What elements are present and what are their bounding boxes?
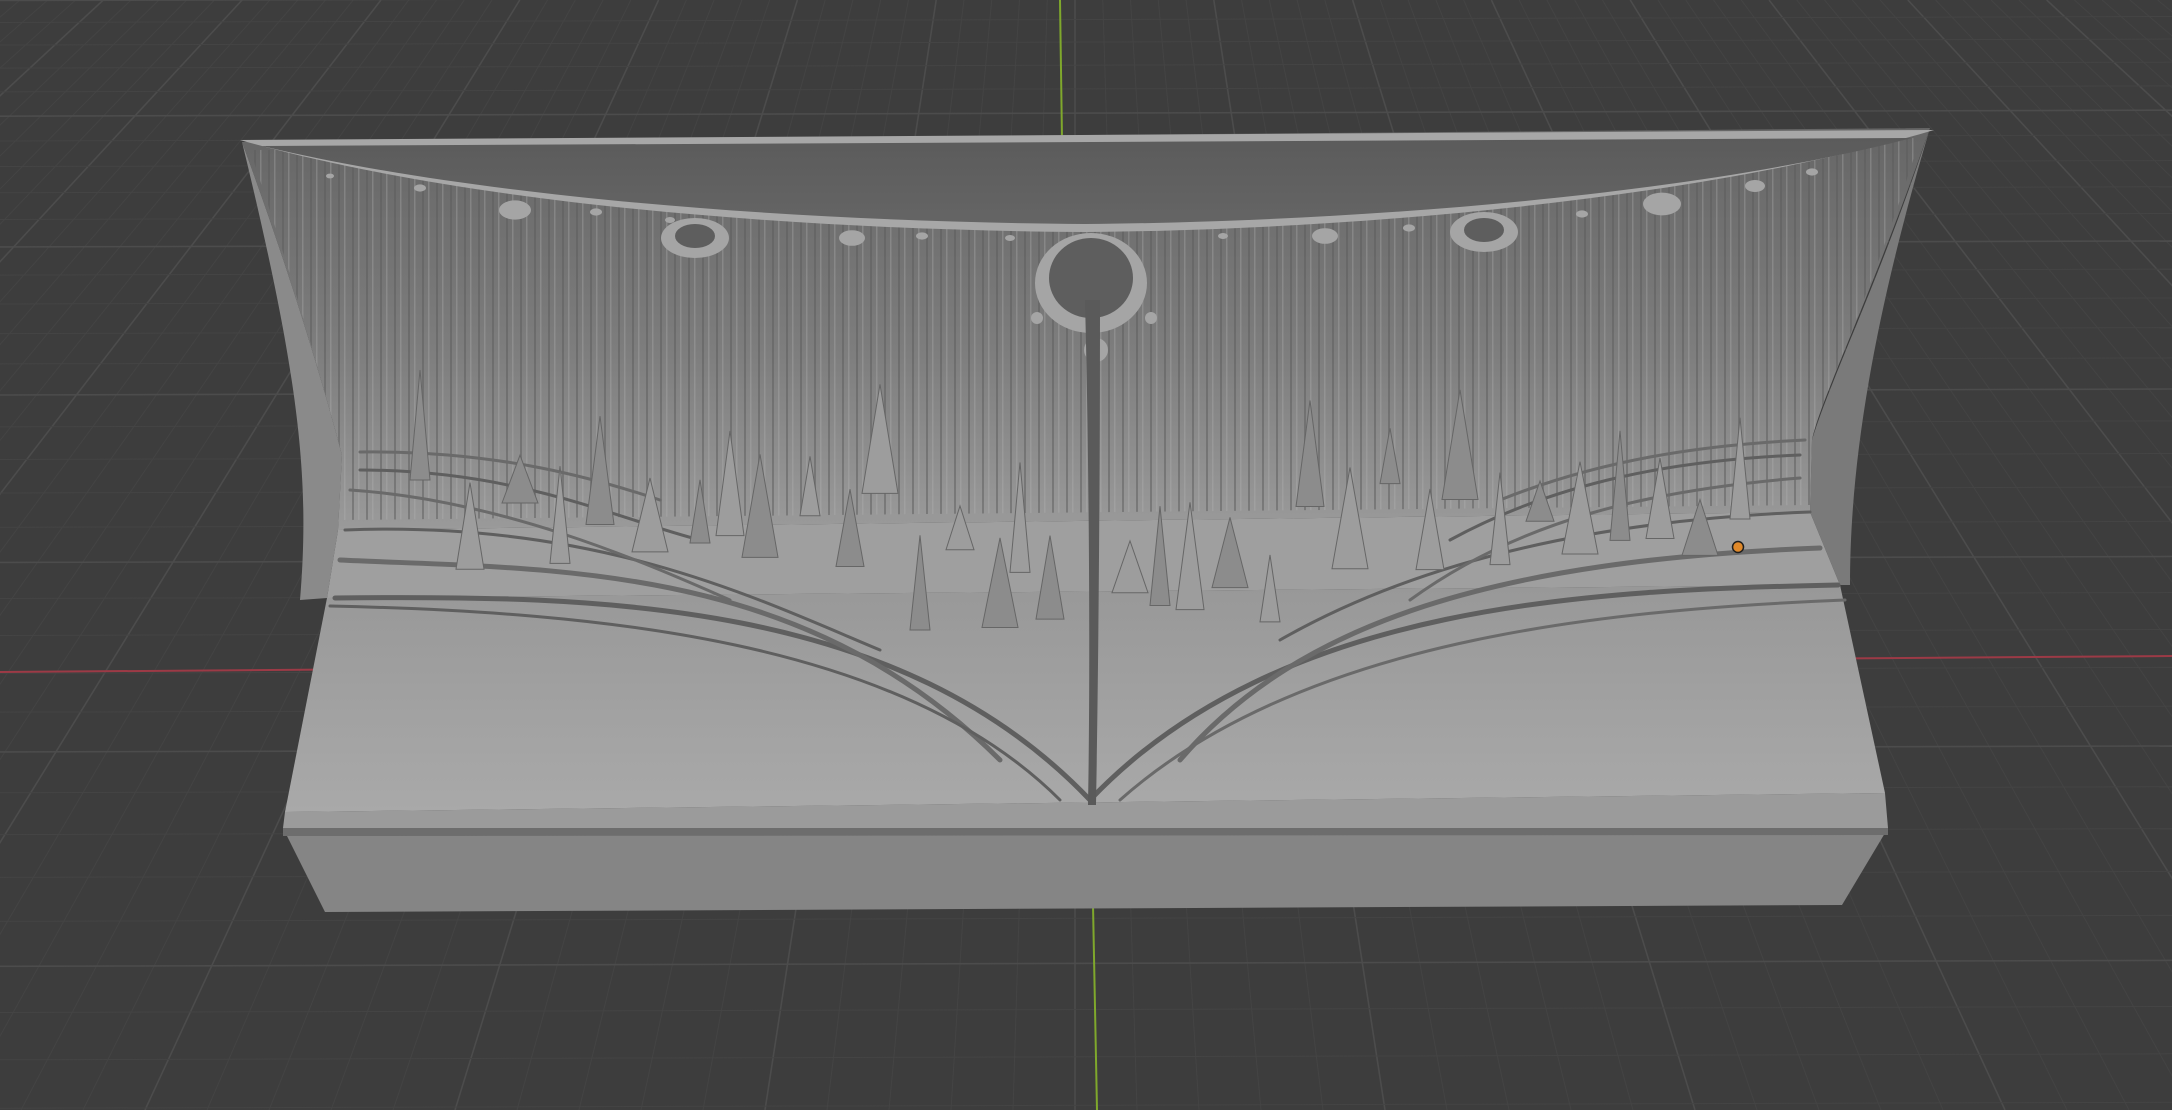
left-bulb — [661, 218, 729, 258]
grid-line — [0, 1101, 2172, 1109]
rim-bulb — [1806, 168, 1818, 176]
viewport-canvas[interactable] — [0, 0, 2172, 1110]
grid-line — [0, 1053, 2172, 1061]
grid-line — [0, 38, 2172, 46]
rim-bulb — [1312, 228, 1338, 244]
rim-bulb — [839, 230, 865, 246]
grid-line — [0, 85, 2172, 93]
rim-bulb — [665, 217, 675, 223]
grid-line — [2101, 0, 2172, 62]
grid-line — [1935, 0, 2172, 248]
grid-line — [0, 959, 2172, 968]
y-axis-line-top — [1059, 0, 1063, 141]
grid-line — [0, 0, 471, 2]
rim-bulb — [1005, 235, 1015, 241]
right-bulb — [1450, 212, 1518, 252]
rim-bulb — [916, 232, 928, 240]
lower-terrace — [285, 585, 1885, 812]
grid-line — [1907, 0, 2172, 287]
grid-line — [0, 109, 2172, 117]
grid-line — [0, 16, 2172, 23]
3d-viewport[interactable] — [0, 0, 2172, 1110]
rim-bulb — [414, 184, 426, 192]
grid-line — [2046, 0, 2172, 118]
rim-bulb — [590, 208, 602, 216]
grid-line — [0, 1006, 2172, 1014]
rim-bulb — [1218, 233, 1228, 239]
origin-dot-icon[interactable] — [1731, 540, 1745, 554]
rim-bulb — [1403, 224, 1415, 232]
grid-line — [2157, 0, 2172, 13]
grid-line — [1963, 0, 2172, 213]
base-front-face — [283, 828, 1888, 912]
grid-line — [2129, 0, 2172, 37]
rim-bulb — [1576, 210, 1588, 218]
grid-line — [0, 61, 2172, 69]
y-axis-line-bottom — [1092, 904, 1098, 1110]
grid-line — [1990, 0, 2172, 179]
rim-bulb — [326, 173, 334, 179]
rim-bulb — [1643, 192, 1681, 216]
base-front-face-shade — [283, 828, 1888, 836]
rim-bulb — [499, 200, 531, 220]
grid-line — [2074, 0, 2172, 89]
grid-line — [0, 914, 2172, 922]
mandelbrot-relief-model[interactable] — [240, 128, 1934, 912]
rim-bulb — [1745, 180, 1765, 192]
